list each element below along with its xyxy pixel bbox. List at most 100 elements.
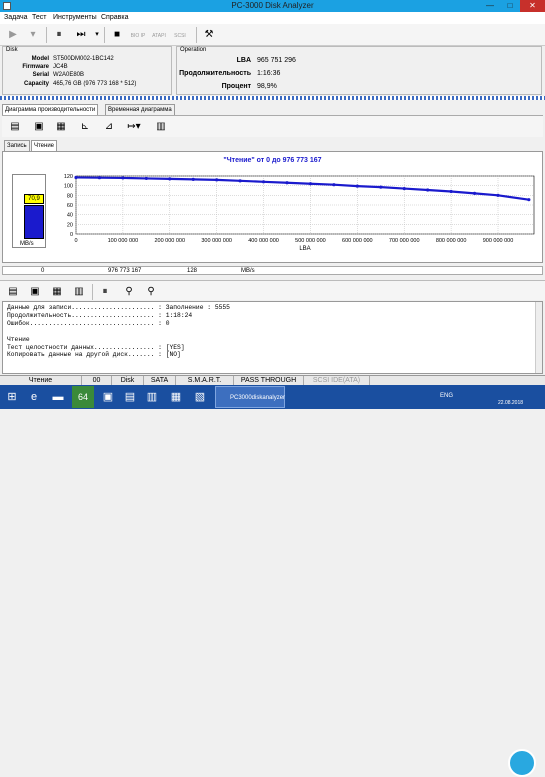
x-tick-label: 600 000 000 [342,238,373,244]
find-icon[interactable]: ⚲ [120,284,138,300]
save-as-icon[interactable]: ▦ [52,119,70,135]
tool-icon-3[interactable]: ▥ [142,386,162,408]
data-point [97,176,102,180]
disk-group: Disk Model ST500DM002-1BC142 Firmware JC… [2,46,172,95]
data-point [496,193,500,197]
explorer-icon[interactable]: ▬ [48,386,68,408]
footer-lba-end: 976 773 167 [108,268,142,274]
percent-label: Процент [221,83,251,90]
menu-test[interactable]: Тест [32,14,46,21]
data-point [355,184,359,188]
menu-tools[interactable]: Инструменты [53,14,97,21]
model-label: Model [31,56,49,62]
gauge-unit: MB/s [20,241,34,247]
close-button[interactable]: ✕ [520,0,545,12]
data-point [379,185,383,189]
log-pause-icon[interactable]: ⏸ [96,284,114,300]
find-next-icon[interactable]: ⚲ [142,284,160,300]
data-point [527,198,531,202]
tool-icon-1[interactable]: ▣ [98,386,118,408]
data-point [426,188,430,192]
log-scrollbar[interactable] [535,302,542,373]
y-tick-label: 100 [64,184,73,190]
menu-task[interactable]: Задача [4,14,28,21]
log-saveas-icon[interactable]: ▦ [48,284,66,300]
data-point [332,183,336,187]
stop-icon[interactable]: ■ [108,27,126,43]
chart-title: "Чтение" от 0 до 976 773 167 [223,157,322,164]
x-tick-label: 100 000 000 [108,238,139,244]
scale-icon[interactable]: ⊿ [100,119,118,135]
taskbar-active-app[interactable]: PC3000diskanalyzer [215,386,285,408]
tools-icon[interactable]: ⚒ [200,27,218,43]
gauge-value: 70,9 [24,194,44,204]
firmware-value: JC4B [53,64,68,70]
tool-icon-4[interactable]: ▦ [166,386,186,408]
tab-time-diagram[interactable]: Временная диаграмма [105,104,175,115]
menu-help[interactable]: Справка [101,14,128,21]
y-tick-label: 80 [67,193,73,199]
play-icon[interactable]: ▶ [4,27,22,43]
performance-chart: 0 20 40 60 80 100 120 0 100 000 000 200 000 000 30… [64,174,535,252]
log-open-icon[interactable]: ▤ [4,284,22,300]
splitter[interactable] [0,96,545,100]
play-dropdown-icon[interactable]: ▾ [24,27,42,43]
serial-value: W2A0E80B [53,72,85,78]
pause-icon[interactable]: ⏸ [50,27,68,43]
firmware-label: Firmware [22,64,49,70]
duration-label: Продолжительность [179,70,251,77]
footer-block-size: 128 [187,268,198,274]
app64-icon[interactable]: 64 [72,386,94,408]
y-tick-label: 0 [70,232,73,238]
axis-icon[interactable]: ⊾ [76,119,94,135]
atapi-icon: ATAPI [152,33,166,39]
y-tick-label: 120 [64,174,73,180]
capacity-label: Capacity [23,81,49,87]
percent-value: 98,9% [257,83,277,90]
data-point [449,189,453,194]
data-point [308,182,313,186]
log-print-icon[interactable]: ▥ [70,284,88,300]
floating-record-button[interactable] [508,749,536,777]
language-indicator[interactable]: ENG [440,393,453,399]
data-point [191,177,195,181]
log-panel[interactable]: Данные для записи...................... … [2,301,543,374]
x-tick-label: 0 [74,238,77,244]
start-icon[interactable]: ⊞ [2,386,22,408]
x-tick-label: 800 000 000 [436,238,467,244]
minimize-button[interactable]: — [480,0,500,12]
tab-performance-diagram[interactable]: Диаграмма производительности [2,104,99,115]
x-tick-label: 700 000 000 [389,238,420,244]
data-point [215,178,219,182]
y-tick-label: 40 [67,213,73,219]
tool-icon-2[interactable]: ▤ [120,386,140,408]
data-point [285,181,289,185]
chart-footer: 0 976 773 167 128 MB/s [2,266,543,275]
save-icon[interactable]: ▣ [30,119,48,135]
range-icon[interactable]: ↦▾ [122,119,146,135]
chart-panel: "Чтение" от 0 до 976 773 167 70,9 MB/s 0… [2,151,543,263]
taskbar: ⊞ e ▬ 64 ▣ ▤ ▥ ▦ ▧ PC3000diskanalyzer EN… [0,385,545,777]
x-axis-label: LBA [299,246,310,252]
open-icon[interactable]: ▤ [6,119,24,135]
footer-unit: MB/s [241,268,255,274]
menu-bar: Задача Тест Инструменты Справка [0,12,545,24]
chart-toolbar: ▤ ▣ ▦ ⊾ ⊿ ↦▾ ▥ [2,115,543,137]
data-point [402,186,406,191]
data-point [472,191,477,195]
maximize-button[interactable]: □ [500,0,520,12]
data-point [261,180,266,184]
tool-icon-5[interactable]: ▧ [190,386,210,408]
log-toolbar: ▤ ▣ ▦ ▥ ⏸ ⚲ ⚲ [0,280,545,300]
chart-settings-icon[interactable]: ▥ [152,119,170,135]
ie-icon[interactable]: e [24,386,44,408]
data-point [121,176,125,180]
operation-group: Operation LBA 965 751 296 Продолжительно… [176,46,542,95]
window-title: PC-3000 Disk Analyzer [231,1,314,10]
tab-read[interactable]: Чтение [31,140,58,151]
clock-date[interactable]: 22.08.2018 [498,400,523,406]
y-tick-label: 60 [67,203,73,209]
tab-write[interactable]: Запись [4,140,30,151]
model-value: ST500DM002-1BC142 [53,56,114,62]
log-save-icon[interactable]: ▣ [26,284,44,300]
